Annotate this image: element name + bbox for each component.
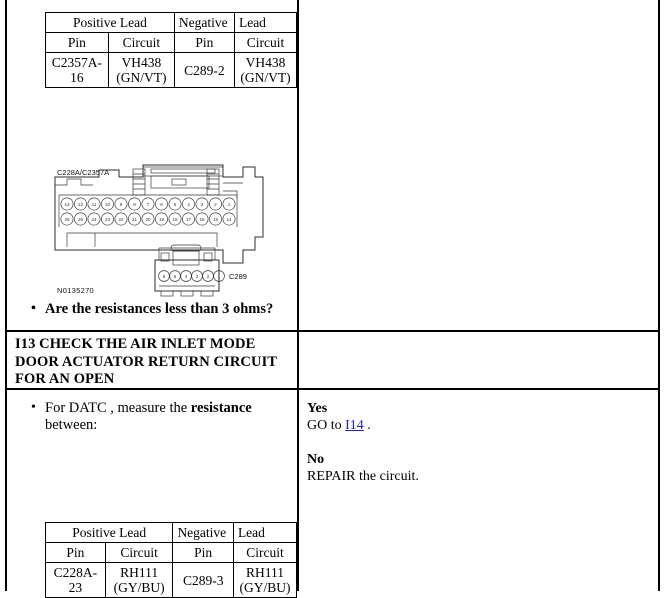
figure-id: N0135270 [57,286,94,295]
c289-connector: 6 5 4 3 2 1 C289 [154,244,247,297]
step-continued-right-cell [299,0,658,330]
svg-text:21: 21 [132,217,138,222]
subheader-pos-pin: Pin [45,542,106,563]
table-subheader-row: Pin Circuit Pin Circuit [45,542,298,563]
lead-table-bottom-wrapper: Positive Lead Negative Lead Pin Circuit … [44,522,298,598]
connector-label-secondary: C289 [229,272,247,281]
answer-yes-prefix: GO to [307,418,346,433]
svg-text:9: 9 [120,202,123,207]
step-i13-body-cell: For DATC , measure the resistance betwee… [7,390,299,598]
svg-text:20: 20 [145,217,151,222]
cell-pos-pin: C228A-23 [45,562,106,598]
cell-neg-circuit: VH438 (GN/VT) [233,52,298,88]
cell-pos-circuit: RH111 (GY/BU) [104,562,174,598]
svg-text:7: 7 [147,202,150,207]
svg-text:19: 19 [159,217,165,222]
instruction-list: For DATC , measure the resistance betwee… [7,390,297,434]
svg-text:1: 1 [218,274,221,279]
header-positive-lead: Positive Lead [45,12,175,33]
svg-text:4: 4 [185,274,188,279]
header-negative-lead: Negative [172,522,234,543]
svg-text:3: 3 [201,202,204,207]
header-negative-lead-2: Lead [233,12,298,33]
answer-no-label: No [307,452,325,467]
cell-neg-pin: C289-2 [173,52,235,88]
instruction-prefix: For DATC , measure the [45,400,191,416]
svg-text:6: 6 [160,202,163,207]
svg-text:11: 11 [92,202,97,207]
link-i14[interactable]: I14 [345,418,364,433]
answers-spacer [307,434,658,451]
table-row: C2357A-16 VH438 (GN/VT) C289-2 VH438 (GN… [45,52,298,88]
cell-neg-circuit: RH111 (GY/BU) [232,562,298,598]
connector-label-primary: C228A/C2357A [57,168,109,177]
cell-pos-pin: C2357A-16 [45,52,109,88]
step-i13-title-row: I13 CHECK THE AIR INLET MODE DOOR ACTUAT… [7,332,658,390]
svg-text:14: 14 [226,217,232,222]
step-continued-left-cell: Positive Lead Negative Lead Pin Circuit … [7,0,299,330]
svg-text:6: 6 [163,274,166,279]
step-continued-row: Positive Lead Negative Lead Pin Circuit … [7,0,658,332]
svg-text:2: 2 [214,202,217,207]
subheader-neg-circuit: Circuit [232,542,298,563]
answers-block: Yes GO to I14 . No REPAIR the circuit. [299,390,658,485]
svg-text:16: 16 [199,217,205,222]
svg-text:17: 17 [186,217,192,222]
table-row: C228A-23 RH111 (GY/BU) C289-3 RH111 (GY/… [45,562,298,598]
svg-text:1: 1 [228,202,231,207]
instruction-bullet: For DATC , measure the resistance betwee… [31,399,297,434]
svg-text:5: 5 [174,202,177,207]
svg-text:23: 23 [105,217,111,222]
svg-text:5: 5 [174,274,177,279]
step-i13-title-right-cell [299,332,658,390]
header-negative-lead: Negative [173,12,235,33]
step-i13-answers-cell: Yes GO to I14 . No REPAIR the circuit. [299,390,658,591]
svg-text:22: 22 [118,217,124,222]
lead-table-bottom: Positive Lead Negative Lead Pin Circuit … [44,522,298,598]
answer-no-action: REPAIR the circuit. [307,469,419,484]
svg-text:18: 18 [172,217,178,222]
svg-text:12: 12 [78,202,84,207]
svg-text:2: 2 [207,274,210,279]
answer-yes-suffix: . [363,418,371,433]
svg-text:4: 4 [187,202,190,207]
cell-pos-circuit: VH438 (GN/VT) [107,52,175,88]
step-i13-title-cell: I13 CHECK THE AIR INLET MODE DOOR ACTUAT… [7,332,299,390]
subheader-neg-pin: Pin [173,32,235,53]
subheader-pos-circuit: Circuit [107,32,175,53]
lead-table-top: Positive Lead Negative Lead Pin Circuit … [45,12,298,88]
connector-diagram: 13 12 11 10 9 8 7 6 5 4 3 2 1 26 25 24 2… [47,155,287,300]
svg-text:24: 24 [91,217,97,222]
subheader-pos-circuit: Circuit [104,542,174,563]
svg-text:26: 26 [64,217,70,222]
svg-text:15: 15 [213,217,219,222]
lead-table-top-wrapper: Positive Lead Negative Lead Pin Circuit … [45,12,298,88]
subheader-pos-pin: Pin [45,32,109,53]
table-subheader-row: Pin Circuit Pin Circuit [45,32,298,53]
header-negative-lead-2: Lead [232,522,298,543]
subheader-neg-pin: Pin [172,542,234,563]
instruction-emphasis: resistance [190,400,252,416]
svg-text:3: 3 [196,274,199,279]
cell-neg-pin: C289-3 [172,562,234,598]
svg-text:10: 10 [105,202,111,207]
answer-yes-label: Yes [307,401,328,416]
question-bullet: Are the resistances less than 3 ohms? [31,300,337,318]
subheader-neg-circuit: Circuit [233,32,298,53]
svg-text:8: 8 [133,202,136,207]
step-i13-body-row: For DATC , measure the resistance betwee… [7,390,658,598]
pin-row-bottom: 26 25 24 23 22 21 20 19 18 17 16 15 14 [60,212,236,226]
diagnostic-procedure-table: Positive Lead Negative Lead Pin Circuit … [5,0,660,598]
table-header-row: Positive Lead Negative Lead [44,522,298,543]
header-positive-lead: Positive Lead [44,522,174,543]
svg-text:13: 13 [64,202,70,207]
instruction-suffix: between: [45,417,98,433]
table-header-row: Positive Lead Negative Lead [45,12,298,33]
answer-yes-action: GO to I14 . [307,417,658,434]
step-title: I13 CHECK THE AIR INLET MODE DOOR ACTUAT… [15,336,277,387]
pin-row-top: 13 12 11 10 9 8 7 6 5 4 3 2 1 [60,197,236,211]
question-list: Are the resistances less than 3 ohms? [7,300,337,318]
svg-text:25: 25 [78,217,84,222]
